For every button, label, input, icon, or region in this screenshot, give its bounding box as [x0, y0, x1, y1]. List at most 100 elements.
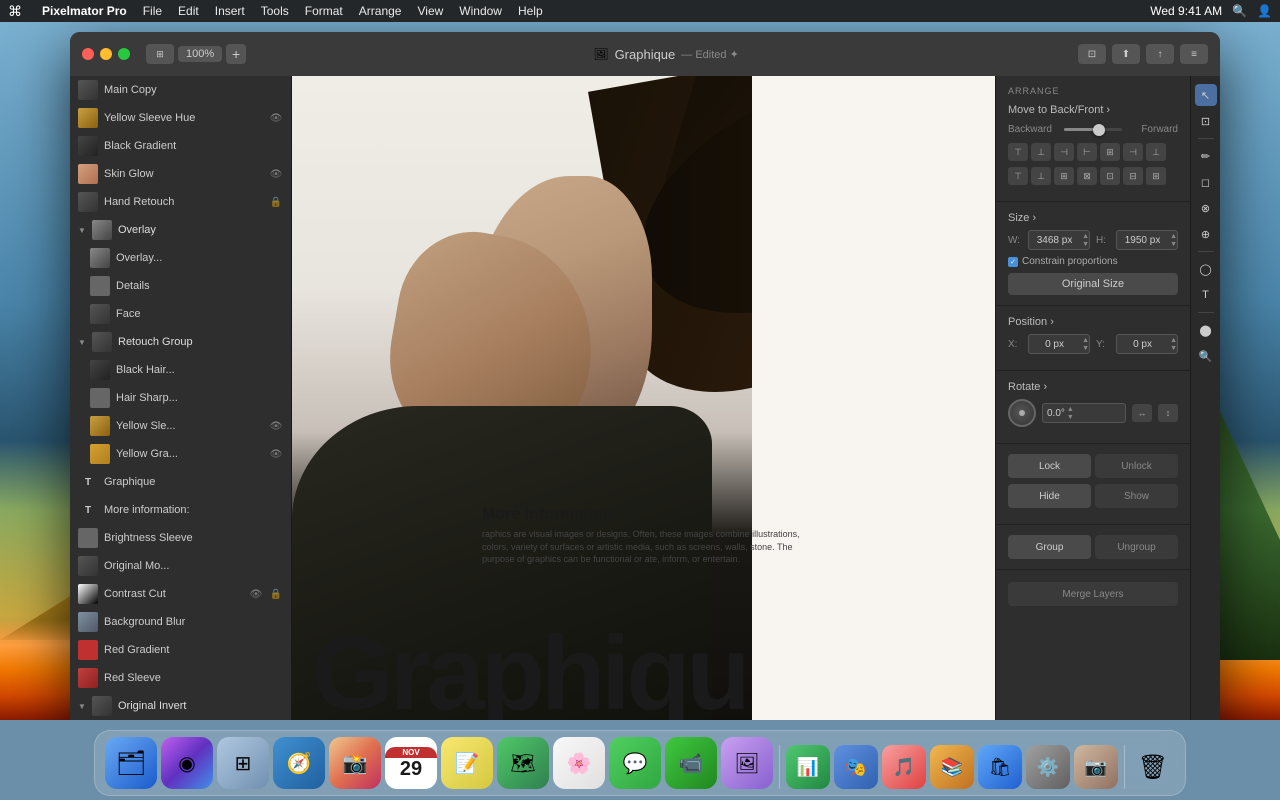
- height-spinners[interactable]: ▲ ▼: [1170, 233, 1177, 248]
- color-picker[interactable]: ⬤: [1195, 319, 1217, 341]
- lock-button[interactable]: Lock: [1008, 454, 1091, 478]
- move-to-back-front[interactable]: Move to Back/Front ›: [1008, 104, 1178, 116]
- shape-tool[interactable]: ◯: [1195, 258, 1217, 280]
- paint-tool[interactable]: ✏: [1195, 145, 1217, 167]
- align-mid-right[interactable]: ⊣: [1123, 143, 1143, 161]
- x-down[interactable]: ▼: [1082, 345, 1089, 352]
- layer-contrast-cut[interactable]: Contrast Cut 👁 🔒: [70, 580, 291, 608]
- align-mid-center[interactable]: ⊞: [1100, 143, 1120, 161]
- close-button[interactable]: [82, 48, 94, 60]
- dock-siri[interactable]: ◉: [161, 737, 213, 789]
- flip-v[interactable]: ⊞: [1146, 167, 1166, 185]
- layer-details[interactable]: Details: [70, 272, 291, 300]
- layer-hand-retouch[interactable]: Hand Retouch 🔒: [70, 188, 291, 216]
- y-input[interactable]: 0 px ▲ ▼: [1116, 334, 1178, 354]
- ungroup-button[interactable]: Ungroup: [1095, 535, 1178, 559]
- share-button[interactable]: ⬆: [1112, 44, 1140, 64]
- width-up[interactable]: ▲: [1082, 233, 1089, 240]
- dock-finder[interactable]: 🗂: [105, 737, 157, 789]
- align-bottom-center[interactable]: ⊤: [1008, 167, 1028, 185]
- dock-books[interactable]: 📚: [930, 745, 974, 789]
- menu-help[interactable]: Help: [518, 4, 543, 18]
- canvas-area[interactable]: 180° 90° 45° -45° Copy 0.5x 2x 3x 5x: [292, 76, 995, 720]
- text-tool[interactable]: T: [1195, 284, 1217, 306]
- width-down[interactable]: ▼: [1082, 241, 1089, 248]
- search-icon[interactable]: 🔍: [1232, 4, 1247, 18]
- dock-maps[interactable]: 🗺: [497, 737, 549, 789]
- original-size-button[interactable]: Original Size: [1008, 273, 1178, 295]
- clone-tool[interactable]: ⊗: [1195, 197, 1217, 219]
- layers-panel[interactable]: Main Copy Yellow Sleeve Hue 👁 Black Grad…: [70, 76, 292, 720]
- show-button[interactable]: Show: [1095, 484, 1178, 508]
- dock-keynote[interactable]: 🎭: [834, 745, 878, 789]
- dock-appstore[interactable]: 🛍: [978, 745, 1022, 789]
- layer-hair-sharp[interactable]: Hair Sharp...: [70, 384, 291, 412]
- dock-photolibrary[interactable]: 📷: [1074, 745, 1118, 789]
- rotate-spinners[interactable]: ▲ ▼: [1067, 406, 1074, 421]
- layer-brightness-sleeve[interactable]: Brightness Sleeve: [70, 524, 291, 552]
- user-icon[interactable]: 👤: [1257, 4, 1272, 18]
- layer-overlay-item[interactable]: Overlay...: [70, 244, 291, 272]
- add-layer-button[interactable]: +: [226, 44, 246, 64]
- dock-trash[interactable]: 🗑: [1131, 745, 1175, 789]
- dock-messages[interactable]: 💬: [609, 737, 661, 789]
- flip-horizontal-btn[interactable]: ↔: [1132, 404, 1152, 422]
- distribute-v[interactable]: ⊠: [1077, 167, 1097, 185]
- y-spinners[interactable]: ▲ ▼: [1170, 337, 1177, 352]
- rotate-down[interactable]: ▼: [1067, 414, 1074, 421]
- back-front-slider[interactable]: [1064, 128, 1122, 131]
- x-input[interactable]: 0 px ▲ ▼: [1028, 334, 1090, 354]
- menu-arrange[interactable]: Arrange: [359, 4, 402, 18]
- zoom-level[interactable]: 100%: [178, 46, 222, 62]
- toggle-panel-button[interactable]: ⊡: [1078, 44, 1106, 64]
- distribute-h[interactable]: ⊞: [1054, 167, 1074, 185]
- select-tool[interactable]: ↖: [1195, 84, 1217, 106]
- rotate-wheel[interactable]: [1008, 399, 1036, 427]
- height-down[interactable]: ▼: [1170, 241, 1177, 248]
- dock-calendar[interactable]: NOV 29: [385, 737, 437, 789]
- layer-graphique-text[interactable]: T Graphique: [70, 468, 291, 496]
- layer-black-gradient[interactable]: Black Gradient: [70, 132, 291, 160]
- layer-yellow-gradient[interactable]: Yellow Gra... 👁: [70, 440, 291, 468]
- layer-yellow-sleeve-hue[interactable]: Yellow Sleeve Hue 👁: [70, 104, 291, 132]
- flip-vertical-btn[interactable]: ↕: [1158, 404, 1178, 422]
- minimize-button[interactable]: [100, 48, 112, 60]
- apple-menu[interactable]: ⌘: [8, 3, 22, 20]
- merge-layers-button[interactable]: Merge Layers: [1008, 582, 1178, 606]
- layer-red-sleeve[interactable]: Red Sleeve: [70, 664, 291, 692]
- width-spinners[interactable]: ▲ ▼: [1082, 233, 1089, 248]
- menu-insert[interactable]: Insert: [215, 4, 245, 18]
- y-down[interactable]: ▼: [1170, 345, 1177, 352]
- more-options-button[interactable]: ≡: [1180, 44, 1208, 64]
- y-up[interactable]: ▲: [1170, 337, 1177, 344]
- slider-thumb[interactable]: [1093, 124, 1105, 136]
- align-mid-left[interactable]: ⊢: [1077, 143, 1097, 161]
- x-spinners[interactable]: ▲ ▼: [1082, 337, 1089, 352]
- layer-group-original-invert[interactable]: ▼ Original Invert: [70, 692, 291, 720]
- rotate-input[interactable]: 0.0° ▲ ▼: [1042, 403, 1126, 423]
- distribute-eq[interactable]: ⊡: [1100, 167, 1120, 185]
- menu-view[interactable]: View: [417, 4, 443, 18]
- menu-file[interactable]: File: [143, 4, 162, 18]
- menu-edit[interactable]: Edit: [178, 4, 199, 18]
- heal-tool[interactable]: ⊕: [1195, 223, 1217, 245]
- flip-h[interactable]: ⊟: [1123, 167, 1143, 185]
- layer-skin-glow[interactable]: Skin Glow 👁: [70, 160, 291, 188]
- align-top-center[interactable]: ⊥: [1031, 143, 1051, 161]
- sidebar-toggle[interactable]: ⊞: [146, 44, 174, 64]
- align-bottom-right[interactable]: ⊥: [1031, 167, 1051, 185]
- group-button[interactable]: Group: [1008, 535, 1091, 559]
- export-button[interactable]: ↑: [1146, 44, 1174, 64]
- width-input[interactable]: 3468 px ▲ ▼: [1028, 230, 1090, 250]
- height-input[interactable]: 1950 px ▲ ▼: [1116, 230, 1178, 250]
- x-up[interactable]: ▲: [1082, 337, 1089, 344]
- erase-tool[interactable]: ◻: [1195, 171, 1217, 193]
- constrain-checkbox[interactable]: ✓: [1008, 257, 1018, 267]
- unlock-button[interactable]: Unlock: [1095, 454, 1178, 478]
- dock-launchpad[interactable]: ⊞: [217, 737, 269, 789]
- layer-main-copy[interactable]: Main Copy: [70, 76, 291, 104]
- dock-photos[interactable]: 🌸: [553, 737, 605, 789]
- layer-face[interactable]: Face: [70, 300, 291, 328]
- layer-black-hair[interactable]: Black Hair...: [70, 356, 291, 384]
- align-top-right[interactable]: ⊣: [1054, 143, 1074, 161]
